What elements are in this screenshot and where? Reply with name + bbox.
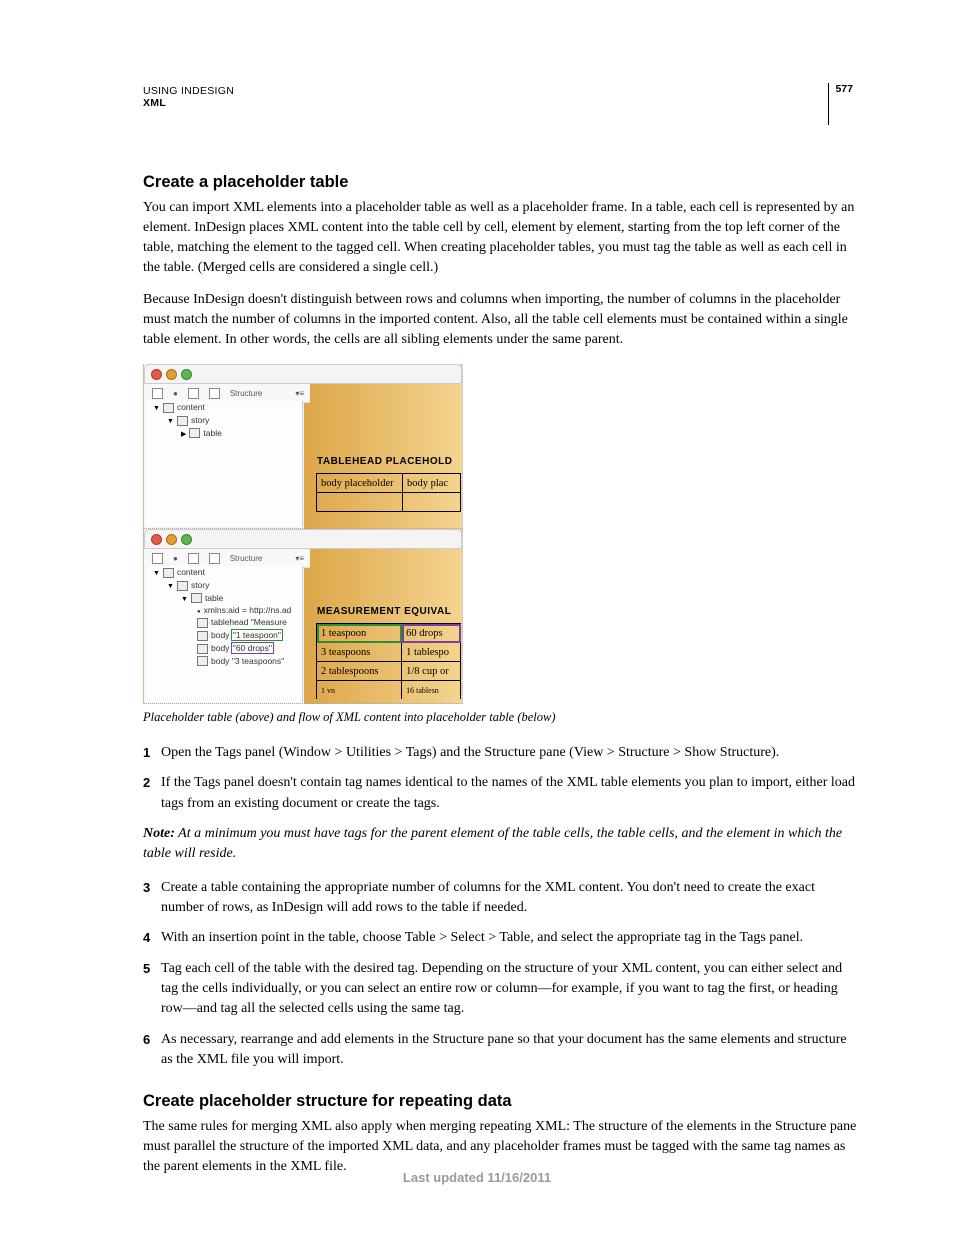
tree-node: content <box>177 402 205 412</box>
header-subtitle: XML <box>143 97 234 109</box>
table-cell: 1/8 cup or <box>402 662 461 681</box>
tool-icon <box>152 388 163 399</box>
zoom-icon <box>181 369 192 380</box>
header-title: USING INDESIGN <box>143 85 234 97</box>
footer-last-updated: Last updated 11/16/2011 <box>0 1170 954 1185</box>
body-paragraph: The same rules for merging XML also appl… <box>143 1117 859 1177</box>
step-item: 1Open the Tags panel (Window > Utilities… <box>143 743 859 763</box>
filled-table: 1 teaspoon60 drops 3 teaspoons1 tablespo… <box>316 623 461 699</box>
close-icon <box>151 369 162 380</box>
table-cell: 60 drops <box>402 624 461 643</box>
tree-node: body <box>211 630 229 640</box>
note-label: Note: <box>143 826 175 841</box>
toolbar-label: Structure <box>230 554 262 563</box>
step-text: If the Tags panel doesn't contain tag na… <box>161 773 859 814</box>
figure-canvas: TABLEHEAD PLACEHOLD body placeholderbody… <box>303 401 461 527</box>
tree-node: story <box>191 580 209 590</box>
menu-icon: ▾≡ <box>295 389 304 398</box>
step-text: Open the Tags panel (Window > Utilities … <box>161 743 859 763</box>
table-cell: 3 teaspoons <box>317 643 402 662</box>
step-number: 6 <box>143 1030 161 1071</box>
body-paragraph: Because InDesign doesn't distinguish bet… <box>143 290 859 350</box>
body-paragraph: You can import XML elements into a place… <box>143 198 859 278</box>
toolbar-label: Structure <box>230 389 262 398</box>
step-number: 3 <box>143 878 161 919</box>
running-header: USING INDESIGN XML 577 <box>143 85 859 125</box>
step-item: 5Tag each cell of the table with the des… <box>143 959 859 1020</box>
tree-node: tablehead <box>211 617 248 627</box>
table-cell: 1 vn <box>317 681 402 700</box>
tree-node: table <box>205 593 223 603</box>
tree-attr: xmlns:aid = http://ns.ad <box>204 605 292 615</box>
tree-value: "3 teaspoons" <box>232 656 284 666</box>
heading-create-placeholder-table: Create a placeholder table <box>143 173 859 192</box>
minimize-icon <box>166 534 177 545</box>
tree-value: "Measure <box>251 617 287 627</box>
step-text: Tag each cell of the table with the desi… <box>161 959 859 1020</box>
note: Note: At a minimum you must have tags fo… <box>143 824 859 864</box>
menu-icon: ▾≡ <box>295 554 304 563</box>
tree-value: "60 drops" <box>232 643 273 653</box>
step-item: 4With an insertion point in the table, c… <box>143 928 859 948</box>
tool-icon <box>188 553 199 564</box>
zoom-icon <box>181 534 192 545</box>
minimize-icon <box>166 369 177 380</box>
step-item: 2If the Tags panel doesn't contain tag n… <box>143 773 859 814</box>
step-text: With an insertion point in the table, ch… <box>161 928 859 948</box>
tool-icon <box>188 388 199 399</box>
window-titlebar <box>144 364 462 384</box>
tool-icon: ● <box>173 554 178 563</box>
figure: ● Structure ▾≡ content story table TABLE… <box>143 364 859 725</box>
tree-value: "1 teaspoon" <box>232 630 282 640</box>
tree-node: story <box>191 415 209 425</box>
figure-panel-before: ● Structure ▾≡ content story table TABLE… <box>143 364 463 529</box>
placeholder-table: body placeholderbody plac <box>316 473 461 512</box>
structure-tree: content story table xmlns:aid = http://n… <box>145 566 303 702</box>
table-cell: body placeholder <box>317 474 403 493</box>
table-cell: 1 teaspoon <box>317 624 402 643</box>
table-cell: body plac <box>402 474 460 493</box>
step-number: 1 <box>143 743 161 763</box>
table-head-placeholder: TABLEHEAD PLACEHOLD <box>317 456 452 467</box>
tree-node: body <box>211 643 229 653</box>
steps-list: 3Create a table containing the appropria… <box>143 878 859 1070</box>
figure-canvas: MEASUREMENT EQUIVAL 1 teaspoon60 drops 3… <box>303 566 461 702</box>
step-item: 3Create a table containing the appropria… <box>143 878 859 919</box>
step-number: 2 <box>143 773 161 814</box>
tool-icon: ● <box>173 389 178 398</box>
step-item: 6As necessary, rearrange and add element… <box>143 1030 859 1071</box>
close-icon <box>151 534 162 545</box>
figure-caption: Placeholder table (above) and flow of XM… <box>143 710 859 725</box>
tool-icon <box>209 388 220 399</box>
tool-icon <box>152 553 163 564</box>
table-cell <box>402 493 460 512</box>
tree-node: body <box>211 656 229 666</box>
steps-list: 1Open the Tags panel (Window > Utilities… <box>143 743 859 814</box>
table-cell: 1 tablespo <box>402 643 461 662</box>
page: USING INDESIGN XML 577 Create a placehol… <box>0 0 954 1235</box>
heading-repeating-data: Create placeholder structure for repeati… <box>143 1092 859 1111</box>
step-number: 5 <box>143 959 161 1020</box>
step-number: 4 <box>143 928 161 948</box>
table-cell: 16 tablesn <box>402 681 461 700</box>
tree-node: table <box>203 428 221 438</box>
step-text: Create a table containing the appropriat… <box>161 878 859 919</box>
table-head: MEASUREMENT EQUIVAL <box>317 606 451 617</box>
table-cell: 2 tablespoons <box>317 662 402 681</box>
page-number: 577 <box>828 83 859 125</box>
header-left: USING INDESIGN XML <box>143 85 234 109</box>
tool-icon <box>209 553 220 564</box>
tree-node: content <box>177 567 205 577</box>
window-titlebar <box>144 529 462 549</box>
step-text: As necessary, rearrange and add elements… <box>161 1030 859 1071</box>
table-cell <box>317 493 403 512</box>
note-text: At a minimum you must have tags for the … <box>143 826 842 861</box>
figure-panel-after: ● Structure ▾≡ content story table xmlns… <box>143 529 463 704</box>
structure-tree: content story table <box>145 401 303 527</box>
